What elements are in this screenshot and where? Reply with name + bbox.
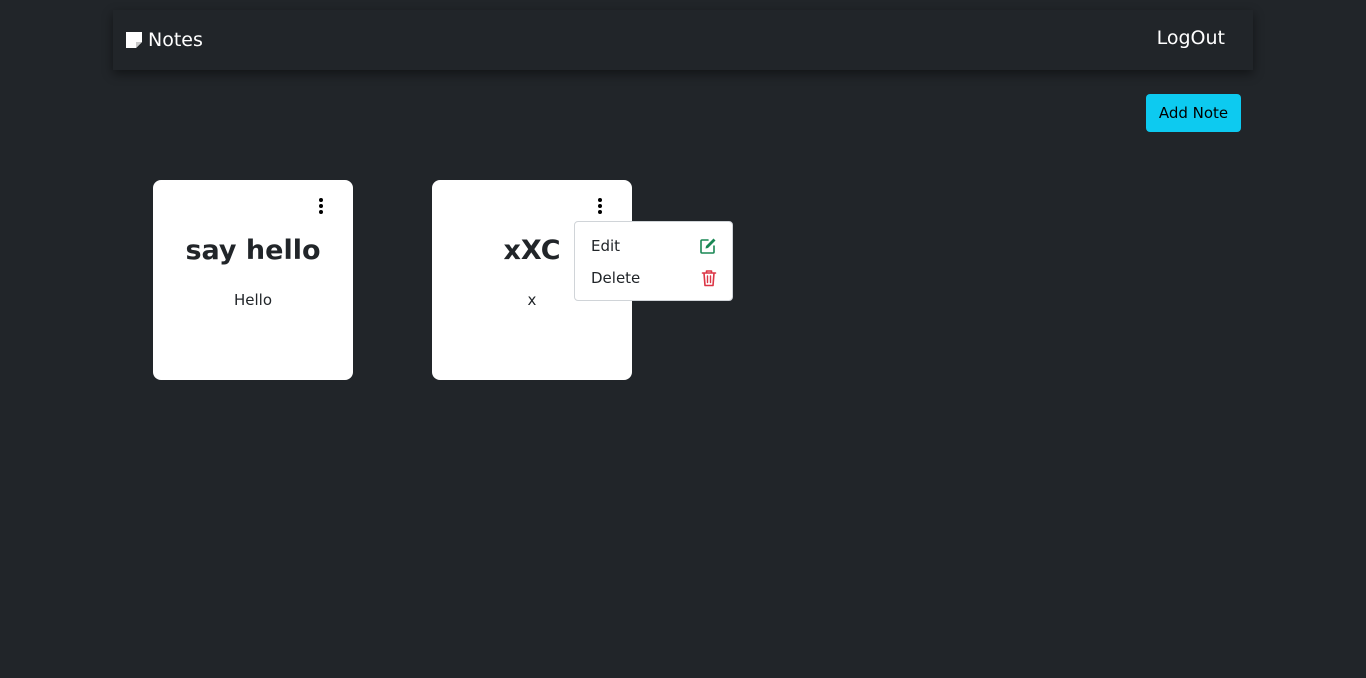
brand-link[interactable]: Notes [125,27,203,53]
logout-link[interactable]: LogOut [1157,27,1225,49]
kebab-menu-icon[interactable] [313,197,329,215]
brand-label: Notes [148,29,203,51]
note-title: say hello [185,235,321,266]
navbar: Notes LogOut [113,10,1253,70]
delete-menu-item[interactable]: Delete [575,265,732,291]
note-body: Hello [233,291,273,309]
delete-label: Delete [591,269,641,287]
pencil-square-icon [699,237,717,255]
note-actions-dropdown: Edit Delete [574,221,733,301]
trash-icon [701,269,717,287]
add-note-button[interactable]: Add Note [1146,94,1241,132]
sticky-note-icon [125,31,143,49]
edit-label: Edit [591,237,621,255]
kebab-menu-icon[interactable] [592,197,608,215]
edit-menu-item[interactable]: Edit [575,233,732,259]
note-card: say hello Hello [153,180,353,380]
